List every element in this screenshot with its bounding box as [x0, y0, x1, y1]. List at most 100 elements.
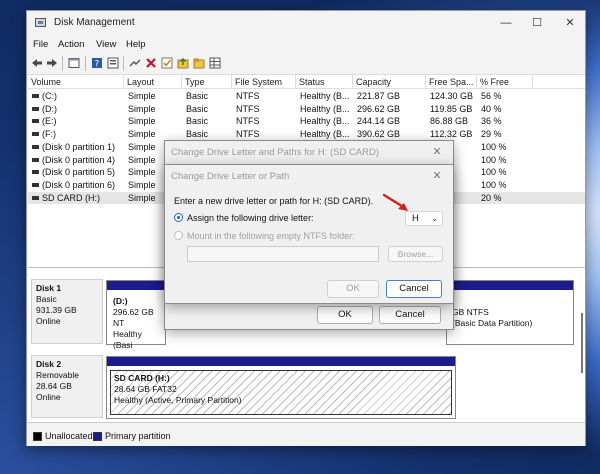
table-cell-volume: (F:)	[42, 129, 56, 140]
disk-1-state: Online	[36, 316, 61, 326]
disk-map-scrollbar[interactable]	[581, 313, 583, 373]
disk-1-label[interactable]: Disk 1 Basic 931.39 GB Online	[31, 279, 103, 344]
table-cell-capacity: 296.62 GB	[357, 103, 401, 114]
outer-ok-button[interactable]: OK	[317, 306, 373, 324]
disk-1-partition-last[interactable]: GB NTFS (Basic Data Partition)	[446, 280, 574, 345]
disk-2-state: Online	[36, 392, 61, 402]
legend-unallocated: Unallocated	[45, 431, 93, 441]
disk-management-app-icon	[35, 18, 46, 27]
back-arrow-icon[interactable]	[31, 57, 43, 69]
folder-icon[interactable]	[193, 57, 205, 69]
partition-size: GB NTFS	[452, 307, 489, 317]
table-cell-layout: Simple	[128, 103, 156, 114]
mount-folder-path-input[interactable]	[187, 246, 379, 262]
table-cell-capacity: 244.14 GB	[357, 116, 401, 127]
table-cell-fs: NTFS	[236, 91, 260, 101]
outer-dialog-close-icon[interactable]: ✕	[430, 145, 444, 159]
console-tree-icon[interactable]	[68, 57, 80, 69]
delete-icon[interactable]	[145, 57, 157, 69]
table-cell-type: Basic	[186, 116, 209, 127]
table-cell-volume: (C:)	[42, 91, 57, 101]
table-cell-free: 86.88 GB	[430, 116, 469, 127]
disk-1-partition-d[interactable]: (D:) 296.62 GB NT Healthy (Basi	[106, 280, 166, 350]
column-header-volume[interactable]: Volume	[28, 75, 124, 89]
menu-bar: File Action View Help	[27, 35, 585, 53]
menu-view[interactable]: View	[96, 39, 116, 50]
chevron-down-icon: ⌄	[431, 214, 438, 223]
column-header-layout[interactable]: Layout	[124, 75, 182, 89]
volume-drive-icon	[32, 144, 39, 149]
connect-icon[interactable]	[129, 57, 141, 69]
toolbar: ?	[27, 53, 585, 75]
minimize-button[interactable]: —	[495, 14, 517, 32]
menu-file[interactable]: File	[33, 39, 48, 50]
table-cell-volume: (Disk 0 partition 5)	[42, 167, 116, 178]
column-header-free-space[interactable]: Free Spa...	[426, 75, 477, 89]
legend-unallocated-swatch	[33, 432, 42, 441]
table-cell-fs: NTFS	[236, 116, 260, 127]
volume-drive-icon	[32, 94, 39, 98]
disk-2-partition-sd-card[interactable]: SD CARD (H:) 28.64 GB FAT32 Healthy (Act…	[106, 356, 456, 419]
table-cell-type: Basic	[186, 129, 209, 140]
help-icon[interactable]: ?	[91, 57, 103, 69]
column-header-status[interactable]: Status	[296, 75, 353, 89]
inner-cancel-button[interactable]: Cancel	[386, 280, 442, 298]
table-cell-volume: (D:)	[42, 103, 57, 114]
column-header-percent-free[interactable]: % Free	[477, 75, 533, 89]
svg-text:?: ?	[95, 60, 100, 70]
table-cell-pct: 40 %	[481, 103, 502, 114]
table-row[interactable]: (D:) Simple Basic NTFS Healthy (B... 296.62 G…	[28, 103, 585, 116]
grid-view-icon[interactable]	[209, 57, 221, 69]
red-annotation-arrow-icon	[382, 193, 408, 211]
check-icon[interactable]	[161, 57, 173, 69]
legend-primary-partition: Primary partition	[105, 431, 171, 441]
table-cell-type: Basic	[186, 91, 209, 101]
assign-letter-label: Assign the following drive letter:	[187, 213, 314, 223]
table-cell-capacity: 221.87 GB	[357, 91, 401, 101]
column-header-empty	[533, 75, 585, 89]
column-header-file-system[interactable]: File System	[232, 75, 296, 89]
forward-arrow-icon[interactable]	[46, 57, 58, 69]
table-cell-pct: 29 %	[481, 129, 502, 140]
table-cell-fs: NTFS	[236, 103, 260, 114]
partition-info: GB NTFS (Basic Data Partition)	[449, 294, 570, 341]
partition-header-bar	[107, 281, 165, 290]
partition-title: SD CARD (H:)	[114, 373, 170, 383]
table-row[interactable]: (F:) Simple Basic NTFS Healthy (B... 390.62 G…	[28, 128, 585, 141]
assign-letter-radio[interactable]	[174, 213, 183, 222]
mount-folder-radio[interactable]	[174, 231, 183, 240]
table-cell-volume: (Disk 0 partition 4)	[42, 154, 116, 165]
column-header-type[interactable]: Type	[182, 75, 232, 89]
dialog-prompt: Enter a new drive letter or path for H: …	[174, 196, 374, 206]
menu-action[interactable]: Action	[58, 39, 84, 50]
table-row[interactable]: (C:) Simple Basic NTFS Healthy (B... 221.87 G…	[28, 90, 585, 103]
outer-cancel-button[interactable]: Cancel	[379, 306, 441, 324]
disk-2-label[interactable]: Disk 2 Removable 28.64 GB Online	[31, 355, 103, 418]
table-cell-fs: NTFS	[236, 129, 260, 140]
volume-drive-icon	[32, 182, 39, 187]
table-cell-layout: Simple	[128, 141, 156, 152]
maximize-button[interactable]: ☐	[526, 14, 548, 32]
title-bar: Disk Management — ☐ ✕	[27, 11, 585, 35]
browse-button[interactable]: Browse...	[388, 246, 443, 262]
menu-help[interactable]: Help	[126, 39, 146, 50]
folder-up-icon[interactable]	[177, 57, 189, 69]
disk-2-name: Disk 2	[36, 359, 62, 369]
disk-1-size: 931.39 GB	[36, 305, 77, 315]
table-cell-free: 112.32 GB	[430, 129, 473, 140]
inner-ok-button[interactable]: OK	[327, 280, 379, 298]
table-row[interactable]: (E:) Simple Basic NTFS Healthy (B... 244.14 G…	[28, 115, 585, 128]
close-button[interactable]: ✕	[559, 14, 581, 32]
volume-drive-icon	[32, 132, 39, 137]
toolbar-separator	[85, 56, 86, 71]
table-cell-capacity: 390.62 GB	[357, 129, 401, 140]
table-cell-type: Basic	[186, 103, 209, 114]
column-header-capacity[interactable]: Capacity	[353, 75, 426, 89]
properties-icon[interactable]	[107, 57, 119, 69]
disk-2-size: 28.64 GB	[36, 381, 72, 391]
partition-title: (D:)	[113, 296, 128, 306]
drive-letter-value: H	[412, 213, 419, 224]
inner-dialog-close-icon[interactable]: ✕	[430, 169, 444, 183]
table-cell-status: Healthy (B...	[300, 91, 350, 101]
outer-dialog-title: Change Drive Letter and Paths for H: (SD…	[171, 147, 380, 158]
